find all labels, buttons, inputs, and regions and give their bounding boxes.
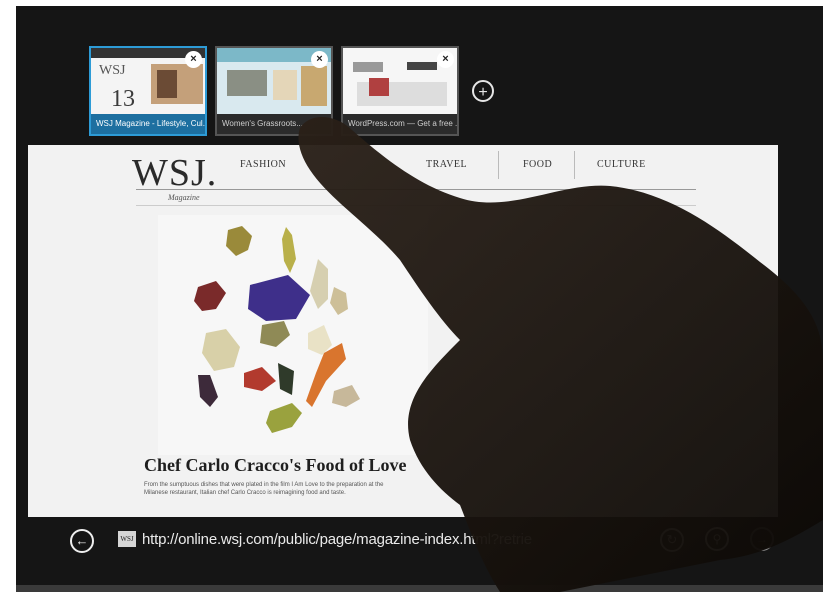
nav-separator	[498, 151, 499, 179]
svg-text:13: 13	[111, 86, 135, 112]
nav-separator	[574, 151, 575, 179]
tab-close-icon[interactable]: ×	[437, 51, 454, 68]
tab-caption: WordPress.com — Get a free ...	[343, 114, 457, 134]
left-margin	[0, 0, 16, 592]
tab-caption: WSJ Magazine - Lifestyle, Cul...	[91, 114, 205, 134]
tab-wordpress[interactable]: × WordPress.com — Get a free ...	[341, 46, 459, 136]
tab-close-icon[interactable]: ×	[185, 51, 202, 68]
food-collage-image[interactable]	[158, 215, 428, 455]
screen-bezel-bottom	[16, 585, 823, 592]
pin-site-icon[interactable]: ⚲	[705, 527, 729, 551]
tab-wsj-magazine[interactable]: WSJ 13 × WSJ Magazine - Lifestyle, Cul..…	[89, 46, 207, 136]
web-page-content[interactable]: WSJ. Magazine FASHION TRAVEL FOOD CULTUR…	[28, 145, 778, 517]
nav-food[interactable]: FOOD	[523, 159, 552, 170]
nav-divider	[136, 189, 696, 190]
refresh-icon[interactable]: ↻	[660, 528, 684, 552]
site-favicon: WSJ	[118, 531, 136, 547]
tab-caption: Women's Grassroots...	[217, 114, 331, 134]
address-bar-url[interactable]: http://online.wsj.com/public/page/magazi…	[142, 531, 532, 548]
new-tab-plus-icon[interactable]: +	[472, 80, 494, 102]
wsj-logo-subtitle: Magazine	[168, 193, 200, 202]
back-arrow-icon[interactable]: ←	[70, 529, 94, 553]
forward-arrow-icon[interactable]: →	[750, 527, 774, 551]
tab-close-icon[interactable]: ×	[311, 51, 328, 68]
svg-text:WSJ: WSJ	[99, 63, 126, 78]
nav-travel[interactable]: TRAVEL	[426, 159, 467, 170]
nav-culture[interactable]: CULTURE	[597, 159, 646, 170]
tab-womens-grassroots[interactable]: × Women's Grassroots...	[215, 46, 333, 136]
nav-divider	[136, 205, 696, 206]
nav-fashion[interactable]: FASHION	[240, 159, 286, 170]
article-headline[interactable]: Chef Carlo Cracco's Food of Love	[144, 455, 406, 476]
article-summary: From the sumptuous dishes that were plat…	[144, 482, 384, 496]
